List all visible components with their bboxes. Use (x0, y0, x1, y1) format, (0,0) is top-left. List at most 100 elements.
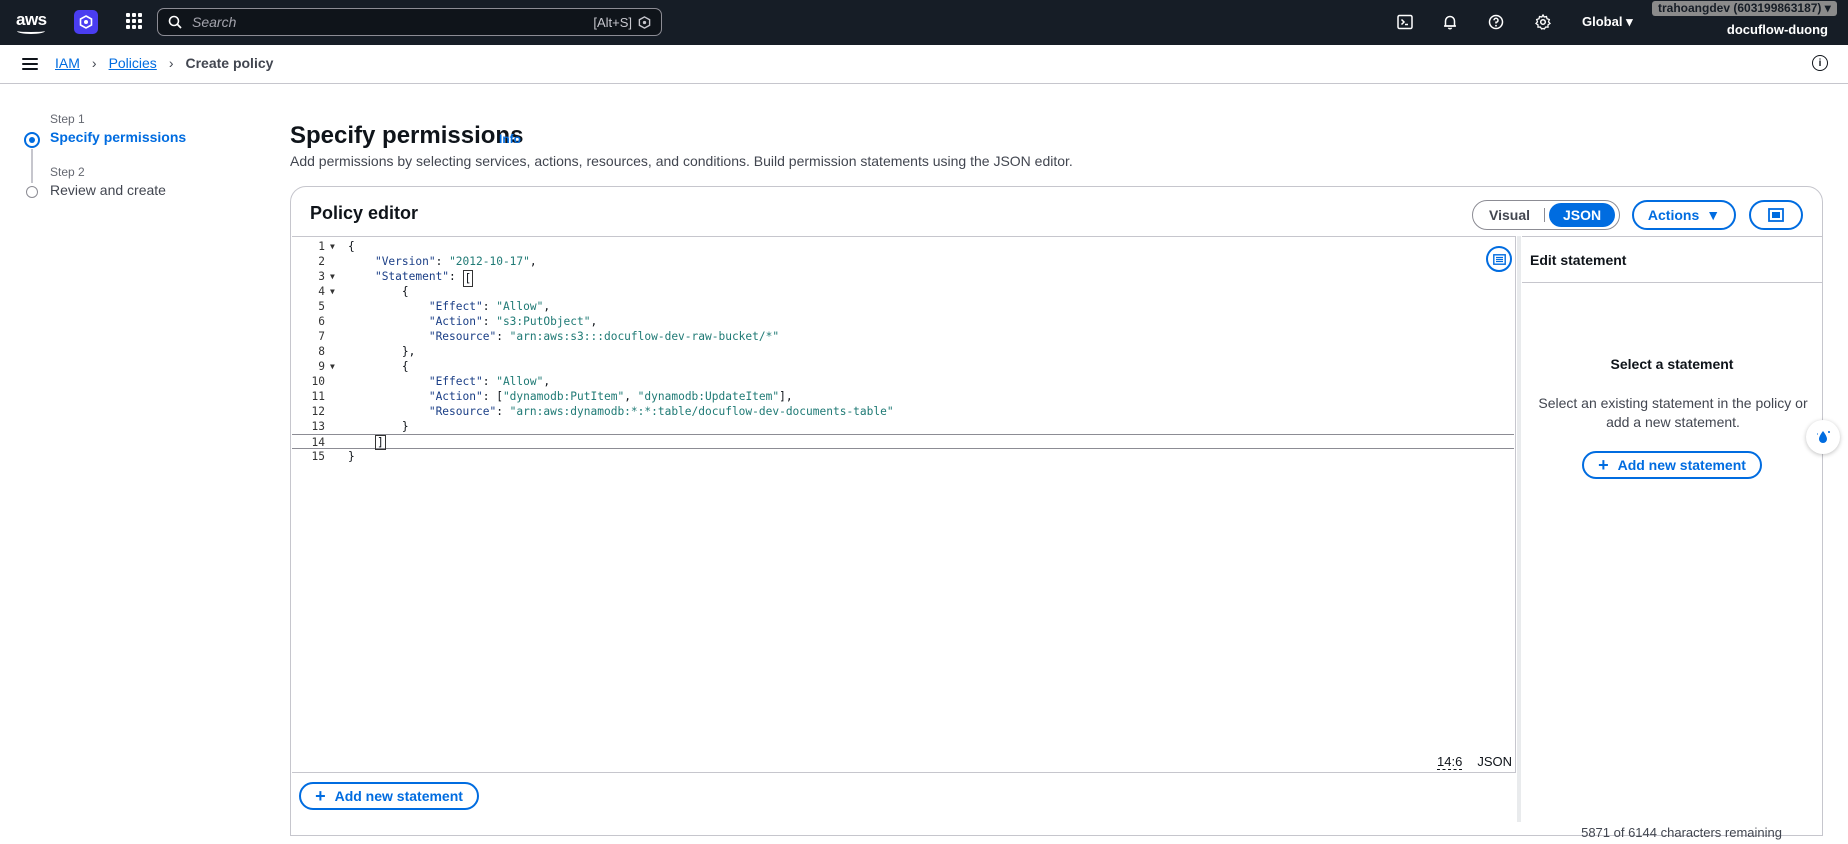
code-text: ] (374, 435, 386, 450)
breadcrumb: IAM › Policies › Create policy (55, 55, 273, 71)
search-input[interactable]: Search (192, 14, 593, 30)
code-text: { (348, 285, 409, 298)
code-text: } (348, 450, 355, 463)
breadcrumb-iam[interactable]: IAM (55, 55, 80, 71)
plus-icon: + (1598, 455, 1609, 475)
line-number: 8 (318, 345, 325, 358)
breadcrumb-bar: IAM › Policies › Create policy i (0, 45, 1848, 84)
mode-visual-button[interactable]: Visual (1475, 203, 1544, 227)
line-number: 13 (311, 420, 325, 433)
account-badge[interactable]: trahoangdev (603199863187) ▾ (1652, 1, 1837, 16)
panel-icon (1768, 208, 1784, 222)
code-line[interactable]: 1 ▼ { (292, 239, 1514, 254)
code-line[interactable]: 5 "Effect": "Allow", (292, 299, 1514, 314)
select-statement-description: Select an existing statement in the poli… (1538, 395, 1808, 430)
keyboard-icon (1492, 253, 1506, 265)
code-line[interactable]: 13 } (292, 419, 1514, 434)
code-line[interactable]: 14 ] (292, 434, 1514, 450)
editor-preferences-button[interactable] (1486, 246, 1512, 272)
step-2-title: Review and create (50, 182, 166, 198)
fold-arrow-icon[interactable]: ▼ (330, 359, 335, 374)
line-number: 5 (318, 300, 325, 313)
step-1-indicator-icon (24, 132, 40, 148)
plus-icon: + (315, 786, 326, 806)
code-line[interactable]: 4 ▼ { (292, 284, 1514, 299)
code-text: "Resource": "arn:aws:s3:::docuflow-dev-r… (428, 330, 780, 343)
search-icon (168, 15, 182, 29)
editor-status-bar: 14:6 JSON (1437, 754, 1512, 770)
fold-arrow-icon[interactable]: ▼ (330, 269, 335, 284)
code-line[interactable]: 10 "Effect": "Allow", (292, 374, 1514, 389)
fold-arrow-icon[interactable]: ▼ (330, 239, 335, 254)
fold-arrow-icon[interactable]: ▼ (330, 284, 335, 299)
page-description: Add permissions by selecting services, a… (290, 153, 1073, 169)
line-number: 2 (318, 255, 325, 268)
step-1-title[interactable]: Specify permissions (50, 129, 210, 145)
step-2-indicator-icon (26, 186, 38, 198)
code-line[interactable]: 12 "Resource": "arn:aws:dynamodb:*:*:tab… (292, 404, 1514, 419)
code-lines[interactable]: 1 ▼ {2 "Version": "2012-10-17", 3 ▼ "Stateme… (292, 239, 1514, 464)
panel-resize-handle[interactable] (1517, 236, 1521, 822)
side-add-statement-label: Add new statement (1617, 457, 1746, 473)
code-text: "Action": "s3:PutObject", (428, 315, 598, 328)
caret-down-icon: ▾ (1824, 1, 1831, 15)
assistant-float-icon[interactable] (1806, 420, 1840, 454)
code-line[interactable]: 2 "Version": "2012-10-17", (292, 254, 1514, 269)
actions-button[interactable]: Actions ▼ (1632, 200, 1736, 230)
editor-mode-toggle: Visual JSON (1472, 200, 1620, 230)
edit-statement-panel: Edit statement Select a statement Select… (1522, 236, 1822, 822)
page-title: Specify permissions (290, 122, 524, 149)
chevron-right-icon: › (168, 55, 174, 71)
json-code-editor[interactable]: 1 ▼ {2 "Version": "2012-10-17", 3 ▼ "Stateme… (292, 236, 1516, 772)
code-line[interactable]: 6 "Action": "s3:PutObject", (292, 314, 1514, 329)
line-number: 10 (311, 375, 325, 388)
caret-down-icon: ▾ (1626, 14, 1633, 29)
code-text: "Action": ["dynamodb:PutItem", "dynamodb… (428, 390, 793, 403)
caret-down-icon: ▼ (1706, 207, 1721, 223)
line-number: 9 (318, 360, 325, 373)
line-number: 14 (311, 436, 325, 449)
info-link[interactable]: Info (499, 132, 521, 146)
line-number: 11 (311, 390, 325, 403)
code-text: "Resource": "arn:aws:dynamodb:*:*:table/… (428, 405, 894, 418)
extension-icon[interactable] (74, 10, 98, 34)
code-line[interactable]: 3 ▼ "Statement": [ (292, 269, 1514, 287)
gear-icon[interactable] (1533, 12, 1553, 32)
aws-logo[interactable]: aws (16, 10, 48, 34)
policy-editor-container: Policy editor Visual JSON Actions ▼ 1 ▼ {2… (290, 186, 1823, 840)
mode-divider (1544, 208, 1545, 222)
line-number: 12 (311, 405, 325, 418)
code-line[interactable]: 7 "Resource": "arn:aws:s3:::docuflow-dev… (292, 329, 1514, 344)
cursor-position[interactable]: 14:6 (1437, 754, 1463, 770)
help-icon[interactable] (1486, 12, 1506, 32)
add-new-statement-button[interactable]: + Add new statement (299, 782, 479, 810)
code-line[interactable]: 9 ▼ { (292, 359, 1514, 374)
line-number: 1 (318, 240, 325, 253)
toggle-panel-button[interactable] (1749, 200, 1803, 230)
search-bar[interactable]: Search [Alt+S] (157, 8, 662, 36)
services-grid-icon[interactable] (126, 13, 142, 29)
mode-json-button[interactable]: JSON (1549, 203, 1616, 227)
aws-logo-text: aws (16, 10, 47, 29)
side-add-new-statement-button[interactable]: + Add new statement (1582, 451, 1762, 479)
cloudshell-icon[interactable] (1395, 12, 1415, 32)
edit-statement-header: Edit statement (1530, 252, 1627, 268)
search-shortcut: [Alt+S] (593, 14, 632, 30)
editor-language: JSON (1477, 754, 1512, 769)
code-line[interactable]: 11 "Action": ["dynamodb:PutItem", "dynam… (292, 389, 1514, 404)
select-statement-title: Select a statement (1610, 356, 1734, 372)
actions-label: Actions (1647, 207, 1700, 223)
account-badge-label: trahoangdev (603199863187) (1658, 1, 1822, 15)
info-icon[interactable]: i (1812, 55, 1828, 71)
account-name[interactable]: docuflow-duong (1727, 22, 1828, 37)
line-number: 4 (318, 285, 325, 298)
region-selector[interactable]: Global ▾ (1582, 14, 1633, 30)
code-line[interactable]: 15} (292, 449, 1514, 464)
bell-icon[interactable] (1440, 12, 1460, 32)
menu-icon[interactable] (22, 58, 38, 70)
characters-remaining: 5871 of 6144 characters remaining (1581, 825, 1782, 840)
breadcrumb-policies[interactable]: Policies (109, 55, 157, 71)
code-text: { (348, 360, 409, 373)
code-line[interactable]: 8 }, (292, 344, 1514, 359)
code-text: "Version": "2012-10-17", (374, 255, 537, 268)
